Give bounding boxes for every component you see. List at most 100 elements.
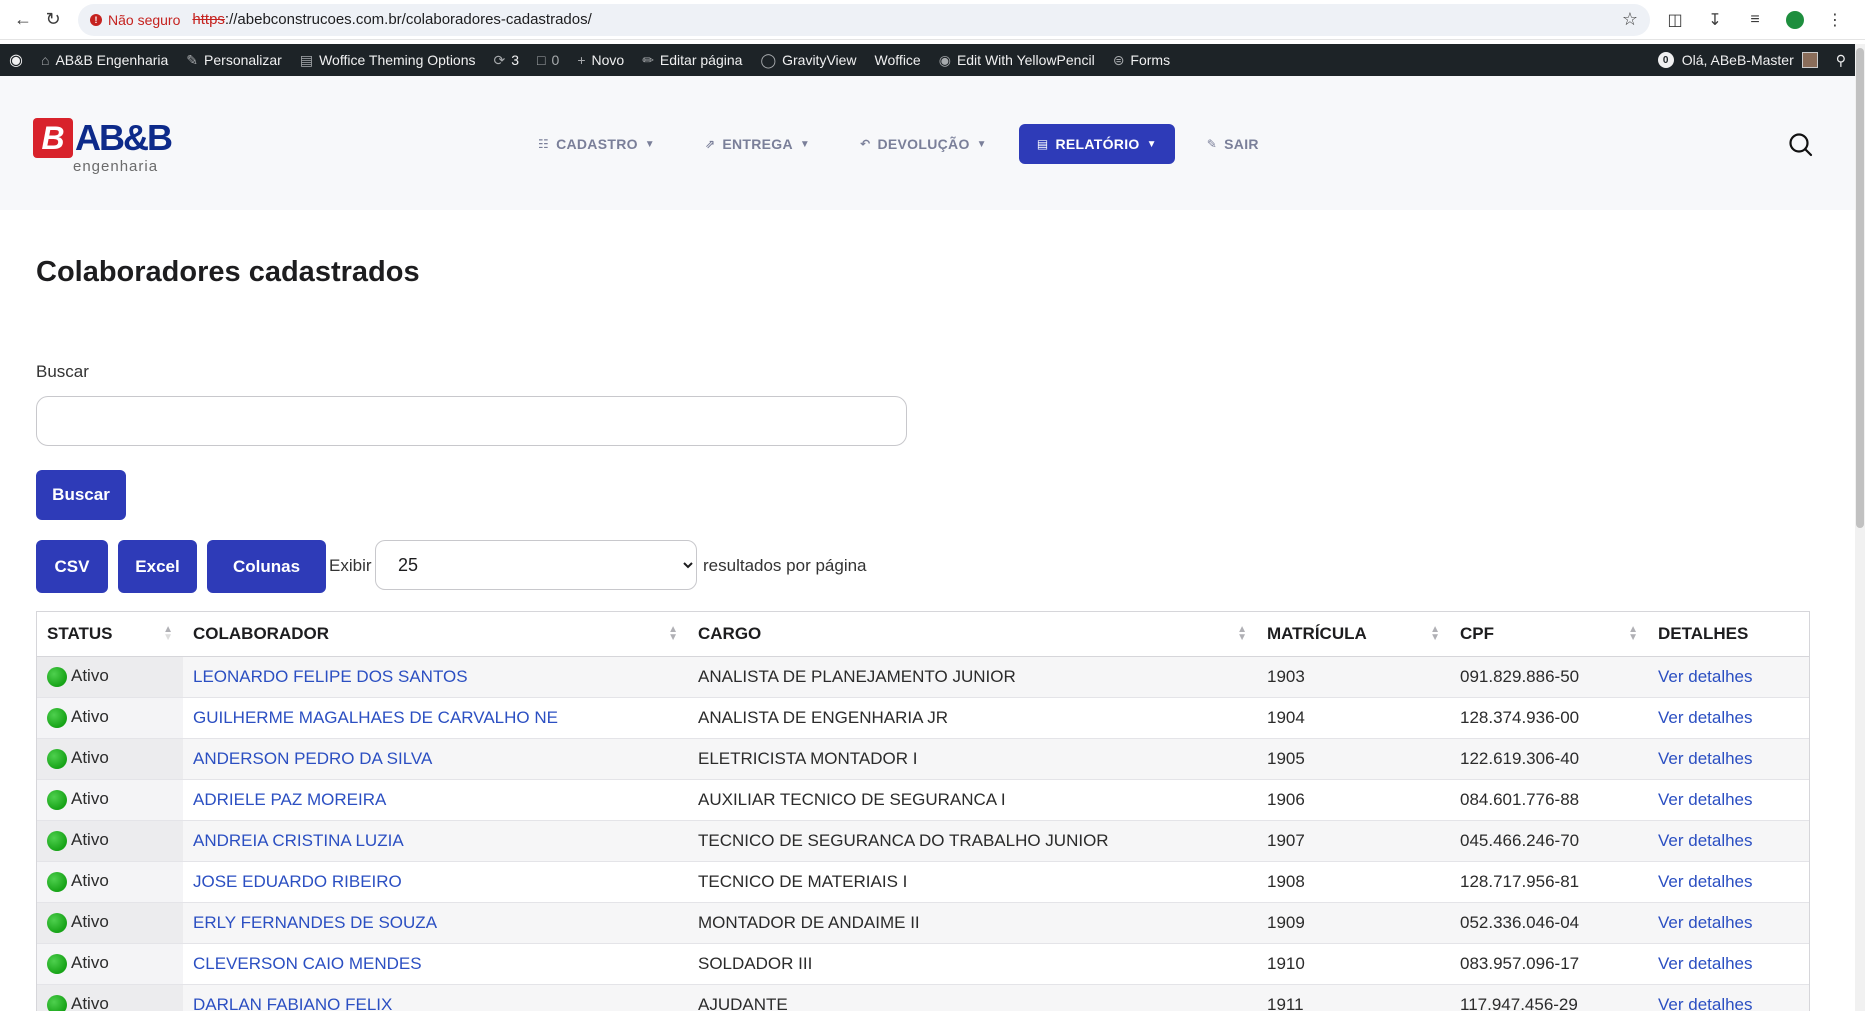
- logo-subtitle: engenharia: [73, 158, 159, 175]
- details-link[interactable]: Ver detalhes: [1658, 831, 1753, 850]
- csv-export-button[interactable]: CSV: [36, 540, 108, 593]
- nav-item-sair[interactable]: ✎ SAIR: [1189, 124, 1277, 164]
- wordpress-logo-icon[interactable]: ◉: [0, 44, 32, 76]
- per-page-label: resultados por página: [703, 556, 867, 575]
- details-cell[interactable]: Ver detalhes: [1648, 656, 1809, 698]
- page-scrollbar[interactable]: [1855, 44, 1865, 1011]
- extensions-icon[interactable]: ◫: [1664, 9, 1686, 31]
- details-cell[interactable]: Ver detalhes: [1648, 943, 1809, 985]
- id-cell: 1906: [1257, 779, 1450, 821]
- employee-link[interactable]: DARLAN FABIANO FELIX: [193, 995, 392, 1011]
- brush-icon: ✎: [186, 51, 199, 68]
- employee-link[interactable]: GUILHERME MAGALHAES DE CARVALHO NE: [193, 708, 558, 727]
- name-cell[interactable]: ANDREIA CRISTINA LUZIA: [183, 820, 688, 862]
- report-icon: ▤: [1036, 137, 1049, 151]
- admin-bar-customize[interactable]: ✎ Personalizar: [177, 44, 291, 76]
- sort-icon: ▲ ▼: [668, 624, 678, 643]
- employee-link[interactable]: ANDREIA CRISTINA LUZIA: [193, 831, 404, 850]
- site-logo[interactable]: B AB&B engenharia: [33, 118, 173, 176]
- employee-link[interactable]: ANDERSON PEDRO DA SILVA: [193, 749, 432, 768]
- admin-bar-yellowpencil[interactable]: ◉ Edit With YellowPencil: [930, 44, 1104, 76]
- menu-kebab-icon[interactable]: ⋮: [1824, 9, 1846, 31]
- admin-search-icon[interactable]: ⚲: [1827, 44, 1855, 76]
- admin-bar-new[interactable]: + Novo: [568, 44, 633, 76]
- search-input[interactable]: [36, 396, 907, 446]
- details-link[interactable]: Ver detalhes: [1658, 667, 1753, 686]
- details-cell[interactable]: Ver detalhes: [1648, 779, 1809, 821]
- employee-link[interactable]: CLEVERSON CAIO MENDES: [193, 954, 422, 973]
- details-cell[interactable]: Ver detalhes: [1648, 861, 1809, 903]
- admin-bar-gravityview[interactable]: ◯ GravityView: [751, 44, 865, 76]
- nav-item-cadastro[interactable]: ☷ CADASTRO ▼: [520, 124, 673, 164]
- nav-item-relatorio[interactable]: ▤ RELATÓRIO ▼: [1018, 124, 1175, 164]
- details-cell[interactable]: Ver detalhes: [1648, 738, 1809, 780]
- id-cell: 1903: [1257, 656, 1450, 698]
- wp-admin-bar: ◉ ⌂ AB&B Engenharia ✎ Personalizar ▤ Woffic…: [0, 44, 1855, 76]
- columns-button[interactable]: Colunas: [207, 540, 326, 593]
- show-label: Exibir: [329, 556, 372, 575]
- id-cell: 1908: [1257, 861, 1450, 903]
- admin-bar-edit-page[interactable]: ✏ Editar página: [633, 44, 751, 76]
- details-cell[interactable]: Ver detalhes: [1648, 902, 1809, 944]
- details-link[interactable]: Ver detalhes: [1658, 995, 1753, 1011]
- profile-icon[interactable]: [1784, 9, 1806, 31]
- admin-bar-forms[interactable]: ⊜ Forms: [1104, 44, 1179, 76]
- id-cell: 1911: [1257, 984, 1450, 1011]
- name-cell[interactable]: JOSE EDUARDO RIBEIRO: [183, 861, 688, 903]
- details-link[interactable]: Ver detalhes: [1658, 954, 1753, 973]
- name-cell[interactable]: GUILHERME MAGALHAES DE CARVALHO NE: [183, 697, 688, 739]
- name-cell[interactable]: ANDERSON PEDRO DA SILVA: [183, 738, 688, 780]
- name-cell[interactable]: CLEVERSON CAIO MENDES: [183, 943, 688, 985]
- nav-item-entrega[interactable]: ⇗ ENTREGA ▼: [687, 124, 828, 164]
- media-queue-icon[interactable]: ≡: [1744, 9, 1766, 31]
- admin-bar-updates[interactable]: ⟳ 3: [485, 44, 529, 76]
- address-bar[interactable]: ! Não seguro https ://abebconstrucoes.co…: [78, 3, 1650, 36]
- details-link[interactable]: Ver detalhes: [1658, 872, 1753, 891]
- employee-link[interactable]: ADRIELE PAZ MOREIRA: [193, 790, 386, 809]
- employee-link[interactable]: ERLY FERNANDES DE SOUZA: [193, 913, 437, 932]
- back-arrow-icon[interactable]: ←: [8, 5, 38, 35]
- column-header-cpf[interactable]: CPF ▲ ▼: [1450, 612, 1648, 657]
- name-cell[interactable]: DARLAN FABIANO FELIX: [183, 984, 688, 1011]
- main-navigation: ☷ CADASTRO ▼ ⇗ ENTREGA ▼ ↶ DEVOLUÇÃO ▼ ▤…: [520, 124, 1291, 164]
- search-button[interactable]: Buscar: [36, 470, 126, 520]
- admin-bar-woffice[interactable]: Woffice: [866, 44, 930, 76]
- admin-bar-comments[interactable]: □ 0: [528, 44, 568, 76]
- security-indicator[interactable]: ! Não seguro: [90, 12, 180, 28]
- name-cell[interactable]: LEONARDO FELIPE DOS SANTOS: [183, 656, 688, 698]
- details-link[interactable]: Ver detalhes: [1658, 790, 1753, 809]
- reload-icon[interactable]: ↻: [38, 5, 68, 35]
- bookmark-star-icon[interactable]: ☆: [1622, 9, 1638, 30]
- clipboard-icon: ☷: [538, 137, 550, 151]
- details-link[interactable]: Ver detalhes: [1658, 708, 1753, 727]
- chevron-down-icon: ▼: [1146, 138, 1157, 150]
- status-active-icon: [47, 871, 67, 892]
- name-cell[interactable]: ADRIELE PAZ MOREIRA: [183, 779, 688, 821]
- details-cell[interactable]: Ver detalhes: [1648, 984, 1809, 1011]
- nav-item-devolucao[interactable]: ↶ DEVOLUÇÃO ▼: [842, 124, 1005, 164]
- notification-badge: 0: [1657, 52, 1674, 68]
- column-header-cargo[interactable]: CARGO ▲ ▼: [688, 612, 1257, 657]
- column-header-status[interactable]: STATUS ▲ ▼: [37, 612, 183, 657]
- scrollbar-thumb[interactable]: [1856, 48, 1864, 528]
- sort-icon: ▲ ▼: [1430, 624, 1440, 643]
- column-header-colaborador[interactable]: COLABORADOR ▲ ▼: [183, 612, 688, 657]
- details-link[interactable]: Ver detalhes: [1658, 749, 1753, 768]
- admin-bar-site[interactable]: ⌂ AB&B Engenharia: [32, 44, 177, 76]
- details-link[interactable]: Ver detalhes: [1658, 913, 1753, 932]
- id-cell: 1905: [1257, 738, 1450, 780]
- employees-table-container: STATUS ▲ ▼ COLABORADOR ▲ ▼ CARGO ▲ ▼ MATRÍCULA…: [36, 611, 1810, 1011]
- excel-export-button[interactable]: Excel: [118, 540, 197, 593]
- employee-link[interactable]: LEONARDO FELIPE DOS SANTOS: [193, 667, 468, 686]
- page-size-select[interactable]: 25: [375, 540, 697, 590]
- details-cell[interactable]: Ver detalhes: [1648, 697, 1809, 739]
- employee-link[interactable]: JOSE EDUARDO RIBEIRO: [193, 872, 402, 891]
- name-cell[interactable]: ERLY FERNANDES DE SOUZA: [183, 902, 688, 944]
- search-icon[interactable]: [1787, 131, 1815, 159]
- admin-bar-account[interactable]: 0 Olá, ABeB-Master: [1649, 44, 1827, 76]
- column-header-matricula[interactable]: MATRÍCULA ▲ ▼: [1257, 612, 1450, 657]
- cpf-cell: 084.601.776-88: [1450, 779, 1648, 821]
- admin-bar-theming[interactable]: ▤ Woffice Theming Options: [291, 44, 485, 76]
- details-cell[interactable]: Ver detalhes: [1648, 820, 1809, 862]
- download-icon[interactable]: ↧: [1704, 9, 1726, 31]
